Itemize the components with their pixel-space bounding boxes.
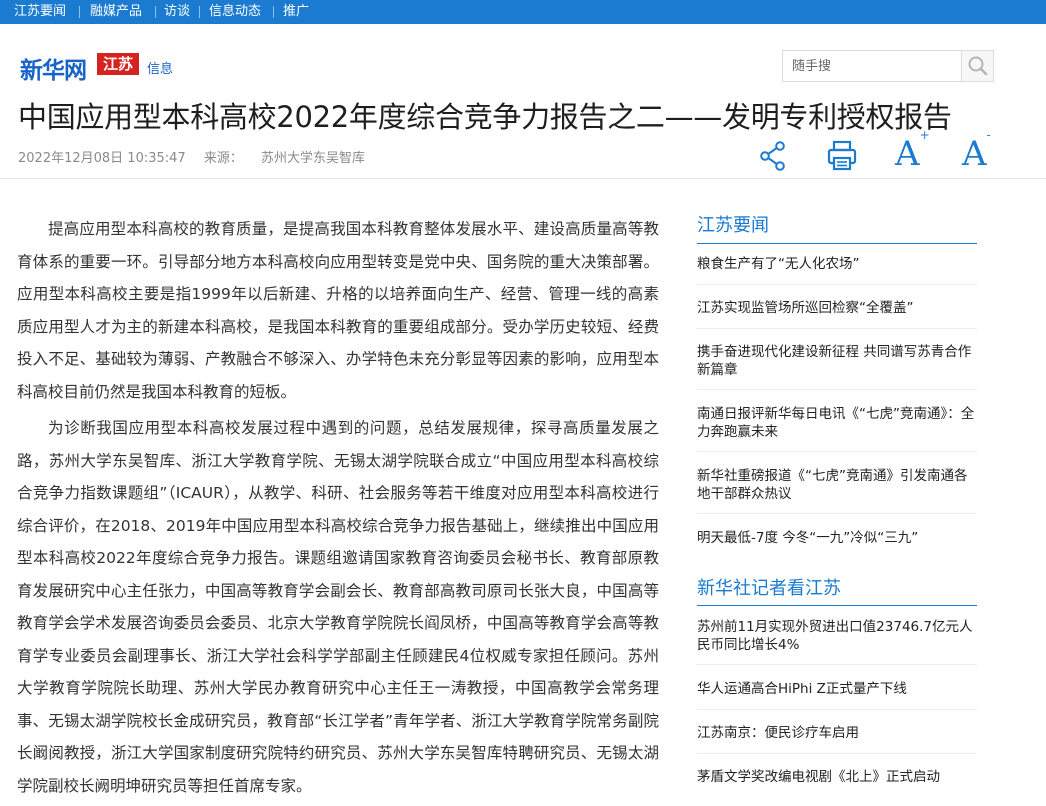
topnav-separator: [273, 6, 274, 18]
search-button[interactable]: [961, 51, 993, 81]
sidebar-news-link[interactable]: 江苏南京：便民诊疗车启用: [697, 724, 979, 742]
minus-icon: -: [986, 127, 991, 142]
topnav-separator: [155, 6, 156, 18]
sidebar-news-link[interactable]: 明天最低-7度 今冬“一九”冷似“三九”: [697, 529, 979, 547]
search-icon: [968, 56, 988, 76]
sidebar-news-link[interactable]: 江苏实现监管场所巡回检察“全覆盖”: [697, 299, 979, 317]
sidebar-divider: [697, 513, 977, 514]
font-increase-button[interactable]: A+: [895, 128, 930, 174]
font-increase-label: A: [895, 134, 920, 174]
article-title: 中国应用型本科高校2022年度综合竞争力报告之二——发明专利授权报告: [18, 100, 952, 134]
topnav-link-interviews[interactable]: 访谈: [164, 0, 190, 24]
sidebar-title-underline: [697, 605, 977, 606]
sidebar-divider: [697, 709, 977, 710]
sidebar-section-title-reporters[interactable]: 新华社记者看江苏: [697, 574, 841, 600]
print-icon: [827, 140, 857, 171]
topnav-link-promotion[interactable]: 推广: [283, 0, 309, 24]
sidebar-divider: [697, 664, 977, 665]
sidebar-news-link[interactable]: 携手奋进现代化建设新征程 共同谱写苏青合作新篇章: [697, 343, 979, 379]
sidebar-news-link[interactable]: 苏州前11月实现外贸进出口值23746.7亿元人民币同比增长4%: [697, 618, 979, 654]
article-source: 苏州大学东吴智库: [260, 151, 365, 166]
sidebar-news-link[interactable]: 华人运通高合HiPhi Z正式量产下线: [697, 680, 979, 698]
topnav-link-info-updates[interactable]: 信息动态: [209, 0, 261, 24]
search-input[interactable]: [783, 51, 963, 81]
sidebar-news-link[interactable]: 粮食生产有了“无人化农场”: [697, 255, 979, 273]
sidebar-divider: [697, 753, 977, 754]
sidebar-section-title-jiangsu-news[interactable]: 江苏要闻: [697, 211, 769, 237]
sidebar-divider: [697, 328, 977, 329]
article-source-label: 来源：: [203, 151, 243, 166]
article-paragraph: 为诊断我国应用型本科高校发展过程中遇到的问题，总结发展规律，探寻高质量发展之路，…: [17, 419, 659, 795]
topnav-separator: [79, 6, 80, 18]
share-button[interactable]: [758, 138, 788, 174]
plus-icon: +: [919, 127, 930, 142]
topnav-separator: [199, 6, 200, 18]
article-paragraph: 提高应用型本科高校的教育质量，是提高我国本科教育整体发展水平、建设高质量高等教育…: [17, 220, 659, 401]
font-decrease-label: A: [962, 134, 987, 174]
sidebar-divider: [697, 284, 977, 285]
topnav-link-media-products[interactable]: 融媒产品: [90, 0, 142, 24]
sidebar-divider: [697, 389, 977, 390]
print-button[interactable]: [826, 138, 858, 174]
sidebar-news-link[interactable]: 新华社重磅报道《“七虎”竞南通》引发南通各地干部群众热议: [697, 467, 979, 503]
sidebar-news-link[interactable]: 南通日报评新华每日电讯《“七虎”竞南通》：全力奔跑赢未来: [697, 405, 979, 441]
article-datetime: 2022年12月08日 10:35:47: [18, 151, 186, 166]
share-icon: [760, 141, 785, 171]
article-meta: 2022年12月08日 10:35:47 来源： 苏州大学东吴智库: [18, 147, 379, 166]
sidebar-divider: [697, 451, 977, 452]
search-box: [782, 50, 994, 82]
top-nav-bar: 江苏要闻 融媒产品 访谈 信息动态 推广: [0, 0, 1046, 24]
topnav-link-jiangsu-news[interactable]: 江苏要闻: [14, 0, 66, 24]
header-divider: [0, 178, 1046, 179]
article-body: 提高应用型本科高校的教育质量，是提高我国本科教育整体发展水平、建设高质量高等教育…: [17, 213, 659, 806]
sidebar-title-underline: [697, 243, 977, 244]
logo-section-label: 信息: [147, 62, 174, 77]
sidebar-news-link[interactable]: 茅盾文学奖改编电视剧《北上》正式启动: [697, 768, 979, 786]
logo-xinhuanet-text: 新华网: [20, 57, 87, 84]
logo-jiangsu-badge: 江苏: [97, 53, 139, 75]
font-decrease-button[interactable]: A-: [962, 128, 991, 174]
